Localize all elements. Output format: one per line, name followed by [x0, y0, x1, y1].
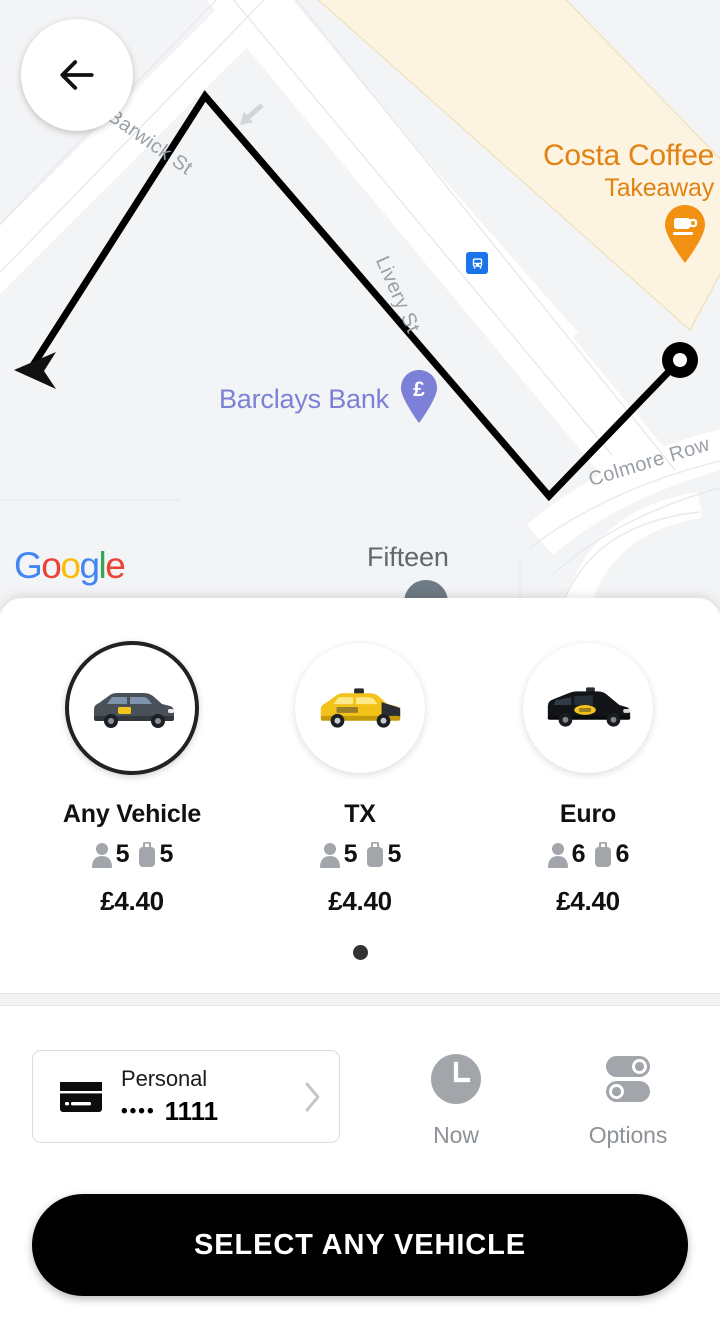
- vehicle-avatar-wrap: [520, 640, 656, 776]
- section-divider: [0, 993, 720, 1006]
- google-letter-e: e: [105, 545, 126, 586]
- payment-last-four: 1111: [164, 1095, 219, 1126]
- vehicle-price: £4.40: [328, 886, 392, 916]
- back-button[interactable]: [21, 19, 133, 131]
- pickup-time-icon-wrap: [430, 1050, 482, 1108]
- carousel-pagination[interactable]: [0, 945, 720, 960]
- passenger-capacity: 5: [91, 840, 130, 869]
- black-minivan-taxi-icon: [547, 687, 631, 727]
- google-attribution-logo: Google: [14, 545, 126, 587]
- vehicle-capacity: 5 5: [91, 840, 174, 869]
- chevron-right-icon: [305, 1082, 320, 1111]
- vehicle-avatar-tx[interactable]: [295, 643, 425, 773]
- vehicle-name: Any Vehicle: [62, 800, 202, 828]
- person-icon: [547, 842, 568, 868]
- passenger-capacity: 6: [547, 840, 586, 869]
- payment-card-number: •••• 1111: [121, 1096, 299, 1127]
- vehicle-option-euro[interactable]: Euro 6 6 £4.40: [488, 640, 688, 917]
- payment-account-label: Personal: [121, 1066, 208, 1092]
- luggage-count: 5: [159, 840, 174, 868]
- vehicle-option-tx[interactable]: TX 5 5 £4.40: [260, 640, 460, 917]
- luggage-icon: [138, 841, 155, 867]
- vehicle-capacity: 5 5: [319, 840, 402, 869]
- luggage-capacity: 5: [365, 840, 402, 869]
- luggage-icon: [366, 841, 383, 867]
- arrow-left-icon: [60, 60, 94, 90]
- pickup-time-label: Now: [433, 1122, 479, 1148]
- bus-glyph-icon: [472, 257, 482, 269]
- vehicle-avatar-wrap: [292, 640, 428, 776]
- ride-vehicle-selection-screen: Barwick St Livery St Colmore Row Costa C…: [0, 0, 720, 1337]
- vehicle-name: TX: [344, 800, 376, 828]
- credit-card-icon: [60, 1081, 102, 1112]
- passenger-count: 6: [571, 840, 586, 868]
- select-vehicle-button[interactable]: SELECT ANY VEHICLE: [32, 1194, 688, 1296]
- vehicle-avatar-any-vehicle[interactable]: [65, 641, 199, 775]
- payment-chevron-wrap: [299, 1080, 325, 1114]
- person-icon: [91, 842, 112, 868]
- google-letter-g: G: [14, 545, 43, 586]
- payment-masked-dots: ••••: [121, 1100, 156, 1122]
- grey-london-taxi-icon: [94, 693, 174, 728]
- ride-options-selector[interactable]: Options: [568, 1050, 688, 1149]
- luggage-count: 5: [387, 840, 402, 868]
- luggage-capacity: 6: [593, 840, 630, 869]
- payment-card-icon-wrap: [59, 1081, 105, 1113]
- vehicle-avatar-euro[interactable]: [523, 643, 653, 773]
- payment-text-block: Personal •••• 1111: [105, 1066, 299, 1126]
- luggage-count: 6: [615, 840, 630, 868]
- map-view[interactable]: Barwick St Livery St Colmore Row Costa C…: [0, 0, 720, 612]
- booking-options-row: Personal •••• 1111 Now Options: [0, 1006, 720, 1149]
- ride-options-label: Options: [588, 1122, 668, 1148]
- vehicle-capacity: 6 6: [547, 840, 630, 869]
- ride-options-icon-wrap: [600, 1050, 656, 1108]
- person-icon: [319, 842, 340, 868]
- google-letter-g2: g: [79, 545, 100, 586]
- luggage-icon: [594, 841, 611, 867]
- passenger-count: 5: [343, 840, 358, 868]
- bus-stop-icon[interactable]: [466, 252, 488, 274]
- luggage-capacity: 5: [137, 840, 174, 869]
- vehicle-price: £4.40: [556, 886, 620, 916]
- passenger-count: 5: [115, 840, 130, 868]
- clock-icon: [431, 1054, 481, 1104]
- google-letter-o1: o: [41, 545, 62, 586]
- vehicle-option-any-vehicle[interactable]: Any Vehicle 5 5 £4.40: [32, 640, 232, 917]
- vehicle-name: Euro: [559, 800, 617, 828]
- vehicle-avatar-wrap: [64, 640, 200, 776]
- pagination-dot-active[interactable]: [352, 945, 368, 960]
- toggles-icon: [606, 1056, 650, 1102]
- google-letter-o2: o: [60, 545, 81, 586]
- vehicle-carousel[interactable]: Any Vehicle 5 5 £4.40 TX 5 5 £4.40 Euro …: [0, 598, 720, 917]
- payment-method-selector[interactable]: Personal •••• 1111: [32, 1050, 340, 1143]
- passenger-capacity: 5: [319, 840, 358, 869]
- pickup-time-selector[interactable]: Now: [396, 1050, 516, 1149]
- vehicle-price: £4.40: [100, 886, 164, 916]
- yellow-taxi-icon: [320, 688, 401, 728]
